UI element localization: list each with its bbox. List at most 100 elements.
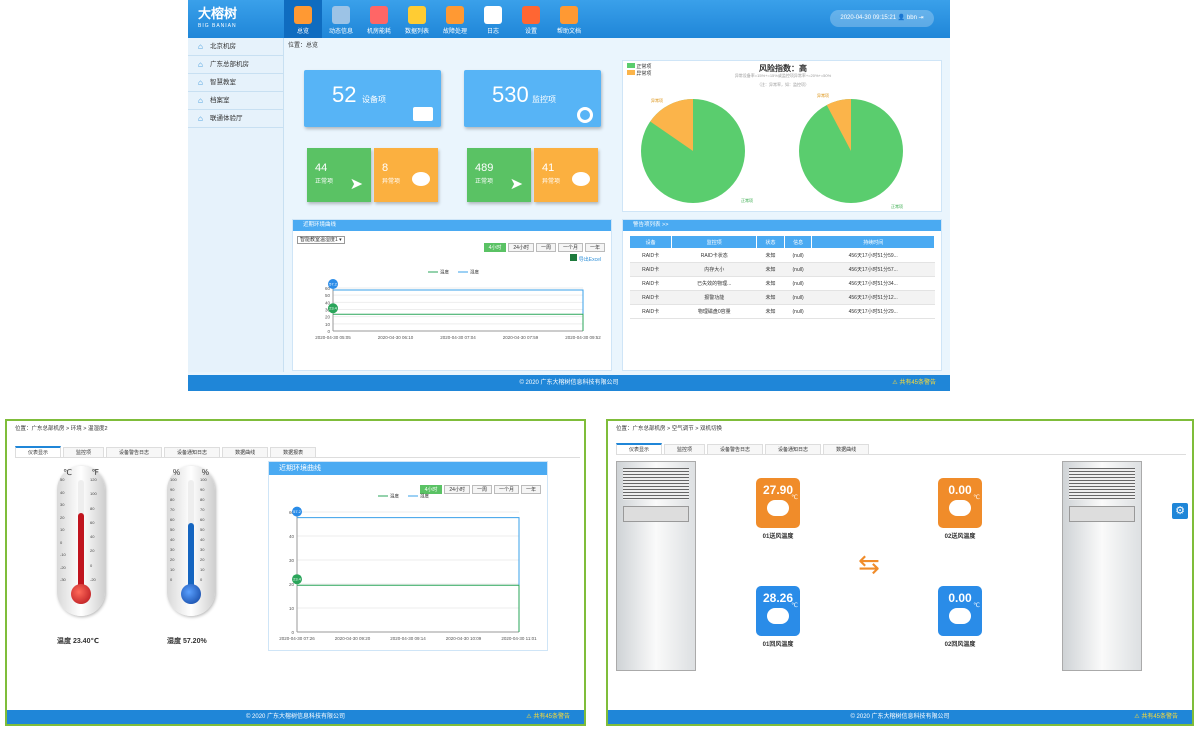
table-cell: 未知 bbox=[756, 248, 785, 263]
fan-icon bbox=[767, 608, 789, 624]
tab[interactable]: 仪表显示 bbox=[15, 446, 62, 457]
table-row[interactable]: RAID卡 内存大小 未知 (null) 456天17小时51分57... bbox=[629, 262, 935, 277]
scale-tick: 100 bbox=[200, 477, 207, 482]
temperature-readout: 温度 23.40℃ bbox=[57, 638, 99, 645]
pie-label: 正常项 bbox=[891, 203, 903, 209]
scale-tick: 120 bbox=[90, 477, 97, 482]
scale-tick: 10 bbox=[170, 567, 175, 572]
warning-icon bbox=[446, 6, 464, 24]
scale-tick: 30 bbox=[200, 547, 205, 552]
user-box[interactable]: 2020-04-30 09:15:21 👤 bbn ⇥ bbox=[830, 10, 934, 27]
nav-layers[interactable]: 动态信息 bbox=[322, 0, 360, 38]
sensor-widget[interactable]: 27.90 ℃ 01送风温度 bbox=[756, 478, 800, 540]
sensor-unit: ℃ bbox=[973, 495, 980, 501]
nav-chart[interactable]: 总览 bbox=[284, 0, 322, 38]
normal-device-tile[interactable]: 44 正常项 ➤ bbox=[307, 148, 371, 202]
scale-tick: 60 bbox=[170, 517, 175, 522]
abnormal-device-tile[interactable]: 8 异常项 bbox=[374, 148, 438, 202]
nav-line-chart[interactable]: 机房能耗 bbox=[360, 0, 398, 38]
warning-link[interactable]: ⚠ 共有45条警告 bbox=[526, 710, 570, 724]
y-tick: 50 bbox=[325, 293, 331, 298]
table-cell: 报警功能 bbox=[671, 290, 757, 305]
sidebar-item[interactable]: 联通体验厅 bbox=[188, 110, 283, 128]
scale-tick: 70 bbox=[170, 507, 175, 512]
table-cell: 物理磁盘0容量 bbox=[671, 304, 757, 319]
monitor-count-tile[interactable]: 530 监控项 bbox=[464, 70, 601, 127]
scale-tick: 0 bbox=[170, 577, 173, 582]
sensor-card: 27.90 ℃ bbox=[756, 478, 800, 528]
sidebar-item[interactable]: 北京机房 bbox=[188, 38, 283, 56]
layers-icon bbox=[332, 6, 350, 24]
chart-icon bbox=[294, 6, 312, 24]
scale-tick: -20 bbox=[60, 564, 66, 570]
fan-icon bbox=[949, 608, 971, 624]
y-tick: 20 bbox=[325, 315, 331, 320]
sensor-label: 01回风温度 bbox=[762, 642, 794, 648]
normal-monitor-tile[interactable]: 489 正常项 ➤ bbox=[467, 148, 531, 202]
table-cell: 已失效的物理... bbox=[671, 276, 757, 291]
table-header: 状态 bbox=[756, 235, 785, 249]
table-cell: (null) bbox=[784, 304, 812, 319]
settings-icon bbox=[522, 6, 540, 24]
env-panel: 近期环境曲线 智能教室温湿度1 ▾ 4小时 24小时 一周 一个月 一年 导出Excel… bbox=[292, 219, 612, 371]
footer: © 2020 广东大榕树信息科技有限公司 ⚠ 共有45条警告 bbox=[7, 710, 584, 724]
y-tick: 0 bbox=[291, 630, 294, 635]
nav-settings[interactable]: 设置 bbox=[512, 0, 550, 38]
sidebar-item[interactable]: 智慧教室 bbox=[188, 74, 283, 92]
x-tick: 2020-04-30 07:59 bbox=[503, 335, 539, 340]
sensor-widget[interactable]: 0.00 ℃ 02回风温度 bbox=[938, 586, 982, 648]
humidity-line bbox=[333, 289, 584, 331]
scale-tick: 40 bbox=[170, 537, 175, 542]
table-cell: 456天17小时51分59... bbox=[811, 248, 935, 263]
abnormal-monitor-tile[interactable]: 41 异常项 bbox=[534, 148, 598, 202]
nav-warning[interactable]: 故障处理 bbox=[436, 0, 474, 38]
table-cell: RAID卡状态 bbox=[671, 248, 757, 263]
switch-icon: ⇆ bbox=[858, 549, 880, 579]
breadcrumb: 位置：广东总部机房 > 环境 > 温湿度2 bbox=[15, 426, 108, 432]
table-cell: RAID卡 bbox=[629, 304, 672, 319]
sensor-widget[interactable]: 0.00 ℃ 02送风温度 bbox=[938, 478, 982, 540]
nav-help[interactable]: 帮助文档 bbox=[550, 0, 588, 38]
main-window: 大榕树 BIG BANIAN 2020-04-30 09:15:21 👤 bbn … bbox=[188, 0, 950, 391]
device-count-tile[interactable]: 52 设备项 bbox=[304, 70, 441, 127]
gear-icon[interactable]: ⚙ bbox=[1172, 503, 1188, 519]
sensor-widget[interactable]: 28.26 ℃ 01回风温度 bbox=[756, 586, 800, 648]
nav-document[interactable]: 数据列表 bbox=[398, 0, 436, 38]
table-cell: 456天17小时51分57... bbox=[811, 262, 935, 277]
aircon-unit-2 bbox=[1062, 461, 1142, 671]
sidebar-item[interactable]: 档案室 bbox=[188, 92, 283, 110]
breadcrumb: 位置：总览 bbox=[288, 43, 319, 49]
table-row[interactable]: RAID卡 报警功能 未知 (null) 456天17小时51分12... bbox=[629, 290, 935, 305]
sidebar-item[interactable]: 广东总部机房 bbox=[188, 56, 283, 74]
aircon-unit-1 bbox=[616, 461, 696, 671]
table-row[interactable]: RAID卡 RAID卡状态 未知 (null) 456天17小时51分59... bbox=[629, 248, 935, 263]
table-cell: 未知 bbox=[756, 262, 785, 277]
scale-tick: 80 bbox=[170, 497, 175, 502]
sensor-label: 01送风温度 bbox=[762, 534, 794, 540]
scale-tick: 80 bbox=[90, 505, 95, 511]
table-cell: 内存大小 bbox=[671, 262, 757, 277]
warning-link[interactable]: ⚠ 共有45条警告 bbox=[1134, 710, 1178, 724]
y-tick: 30 bbox=[289, 558, 295, 563]
scale-tick: 30 bbox=[170, 547, 175, 552]
table-cell: 456天17小时51分12... bbox=[811, 290, 935, 305]
table-row[interactable]: RAID卡 已失效的物理... 未知 (null) 456天17小时51分34... bbox=[629, 276, 935, 291]
x-tick: 2020-04-30 07:26 bbox=[279, 636, 315, 641]
warning-link[interactable]: ⚠ 共有45条警告 bbox=[892, 375, 936, 391]
scale-tick: 50 bbox=[170, 527, 175, 532]
table-header: 持续时间 bbox=[811, 235, 935, 249]
logo: 大榕树 BIG BANIAN bbox=[198, 6, 238, 29]
table-row[interactable]: RAID卡 物理磁盘0容量 未知 (null) 456天17小时51分29... bbox=[629, 304, 935, 319]
table-cell: RAID卡 bbox=[629, 290, 672, 305]
tab[interactable]: 仪表显示 bbox=[616, 443, 663, 454]
thermometer: ℃ ℉ 50 40 30 20 10 0 -10 -20 -30 120 100 80 60 40 20 0-… bbox=[57, 466, 105, 616]
sensor-label: 02送风温度 bbox=[944, 534, 976, 540]
risk-pies: 异常项 正常项 异常项 正常项 bbox=[641, 92, 903, 209]
nav-calendar[interactable]: 日志 bbox=[474, 0, 512, 38]
scale-tick: 90 bbox=[170, 487, 175, 492]
scale-tick: 70 bbox=[200, 507, 205, 512]
chat-icon bbox=[572, 172, 590, 186]
legend-humidity: 湿度 bbox=[470, 269, 479, 276]
send-icon: ➤ bbox=[509, 176, 523, 193]
scale-tick: 0 bbox=[60, 539, 63, 545]
